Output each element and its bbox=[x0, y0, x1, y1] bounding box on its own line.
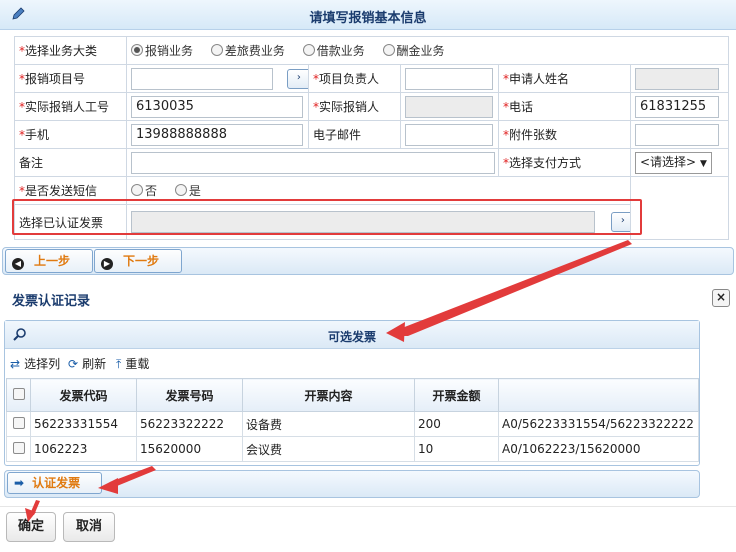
arrow-right-icon: ▶ bbox=[101, 258, 113, 270]
actual-staff-no-input[interactable]: 6130035 bbox=[131, 95, 303, 118]
applicant-name-label: *申请人姓名 bbox=[498, 64, 631, 93]
attachments-label: *附件张数 bbox=[498, 120, 631, 149]
certify-invoice-button[interactable]: ➡ 认证发票 bbox=[7, 472, 102, 494]
table-row[interactable]: 56223331554 56223322222 设备费 200 A0/56223… bbox=[6, 411, 699, 437]
invoice-panel-header: 可选发票 bbox=[5, 321, 699, 349]
table-cell: 56223322222 bbox=[136, 411, 243, 437]
actual-person-field bbox=[405, 95, 493, 118]
reload-button[interactable]: ⤒ 重载 bbox=[116, 355, 153, 372]
refresh-icon: ⟳ bbox=[68, 357, 79, 371]
business-category-label: *选择业务大类 bbox=[14, 36, 127, 65]
email-input[interactable] bbox=[405, 123, 493, 146]
cancel-button[interactable]: 取消 bbox=[63, 512, 115, 542]
radio-loan[interactable]: 借款业务 bbox=[302, 44, 365, 58]
table-cell: 56223331554 bbox=[30, 411, 137, 437]
mobile-input[interactable]: 13988888888 bbox=[131, 123, 303, 146]
payment-method-select[interactable]: <请选择> ▼ bbox=[635, 151, 712, 174]
radio-icon bbox=[210, 44, 223, 56]
radio-reimbursement[interactable]: 报销业务 bbox=[131, 44, 193, 58]
mobile-label: *手机 bbox=[14, 120, 127, 149]
table-header-row: 发票代码 发票号码 开票内容 开票金额 bbox=[6, 378, 699, 412]
remarks-input[interactable] bbox=[131, 151, 495, 174]
payment-method-label: *选择支付方式 bbox=[498, 148, 631, 177]
column-header bbox=[498, 378, 699, 412]
actual-staff-no-label: *实际报销人工号 bbox=[14, 92, 127, 121]
checkbox-icon bbox=[12, 441, 25, 454]
table-cell: 会议费 bbox=[242, 436, 415, 462]
table-cell: 200 bbox=[414, 411, 499, 437]
form-title: 请填写报销基本信息 bbox=[309, 11, 427, 26]
select-columns-button[interactable]: ⇄ 选择列 bbox=[10, 355, 64, 372]
column-header[interactable]: 开票金额 bbox=[414, 378, 499, 412]
row-checkbox[interactable] bbox=[6, 436, 31, 462]
checkbox-icon bbox=[12, 387, 25, 400]
table-cell: 15620000 bbox=[136, 436, 243, 462]
radio-icon bbox=[382, 44, 395, 56]
form-header: 请填写报销基本信息 bbox=[0, 0, 736, 30]
certify-bar bbox=[4, 470, 700, 498]
email-label: 电子邮件 bbox=[308, 120, 401, 149]
radio-remuneration[interactable]: 酬金业务 bbox=[382, 44, 445, 58]
confirm-button[interactable]: 确定 bbox=[6, 512, 56, 542]
radio-icon bbox=[131, 184, 143, 196]
project-no-input[interactable] bbox=[131, 67, 273, 90]
radio-sms-yes[interactable]: 是 bbox=[174, 184, 201, 198]
column-header[interactable]: 开票内容 bbox=[242, 378, 415, 412]
grid-toolbar: ⇄ 选择列 ⟳ 刷新 ⤒ 重载 bbox=[5, 350, 699, 376]
table-cell: 1062223 bbox=[30, 436, 137, 462]
project-no-label: *报销项目号 bbox=[14, 64, 127, 93]
upload-icon: ⤒ bbox=[116, 357, 122, 371]
refresh-button[interactable]: ⟳ 刷新 bbox=[68, 355, 110, 372]
radio-sms-no[interactable]: 否 bbox=[131, 184, 157, 198]
row-checkbox[interactable] bbox=[6, 411, 31, 437]
attachments-input[interactable] bbox=[635, 123, 719, 146]
phone-label: *电话 bbox=[498, 92, 631, 121]
remarks-label: 备注 bbox=[14, 148, 127, 177]
table-cell: A0/56223331554/56223322222 bbox=[498, 411, 699, 437]
next-step-button[interactable]: ▶ 下一步 bbox=[94, 249, 182, 273]
prev-step-button[interactable]: ◀ 上一步 bbox=[5, 249, 93, 273]
checkbox-icon bbox=[12, 416, 25, 429]
invoice-table: 发票代码 发票号码 开票内容 开票金额 56223331554 56223322… bbox=[6, 378, 699, 462]
column-header[interactable]: 发票代码 bbox=[30, 378, 137, 412]
radio-icon bbox=[131, 44, 143, 56]
arrow-left-icon: ◀ bbox=[12, 258, 24, 270]
applicant-name-field bbox=[635, 67, 719, 90]
arrow-right-icon: ➡ bbox=[14, 476, 25, 490]
dialog-title: 发票认证记录 bbox=[12, 294, 91, 309]
table-cell: 10 bbox=[414, 436, 499, 462]
swap-icon: ⇄ bbox=[10, 357, 21, 371]
table-cell: A0/1062223/15620000 bbox=[498, 436, 699, 462]
table-row[interactable]: 1062223 15620000 会议费 10 A0/1062223/15620… bbox=[6, 436, 699, 462]
radio-icon bbox=[174, 184, 187, 196]
project-lookup-button[interactable]: › bbox=[286, 68, 308, 89]
select-all-checkbox[interactable] bbox=[6, 378, 31, 412]
chevron-down-icon: ▼ bbox=[699, 158, 707, 169]
phone-input[interactable]: 61831255 bbox=[635, 95, 719, 118]
business-category-options: 报销业务 差旅费业务 借款业务 酬金业务 bbox=[125, 36, 730, 65]
project-owner-label: *项目负责人 bbox=[308, 64, 401, 93]
radio-travel[interactable]: 差旅费业务 bbox=[210, 44, 285, 58]
column-header[interactable]: 发票号码 bbox=[136, 378, 243, 412]
actual-person-label: *实际报销人 bbox=[308, 92, 401, 121]
dialog-header: 发票认证记录 × bbox=[0, 284, 736, 312]
radio-icon bbox=[302, 44, 315, 56]
highlight-box bbox=[12, 199, 642, 235]
table-cell: 设备费 bbox=[242, 411, 415, 437]
close-icon[interactable]: × bbox=[712, 289, 730, 307]
project-owner-input[interactable] bbox=[405, 67, 493, 90]
panel-title: 可选发票 bbox=[327, 330, 376, 344]
